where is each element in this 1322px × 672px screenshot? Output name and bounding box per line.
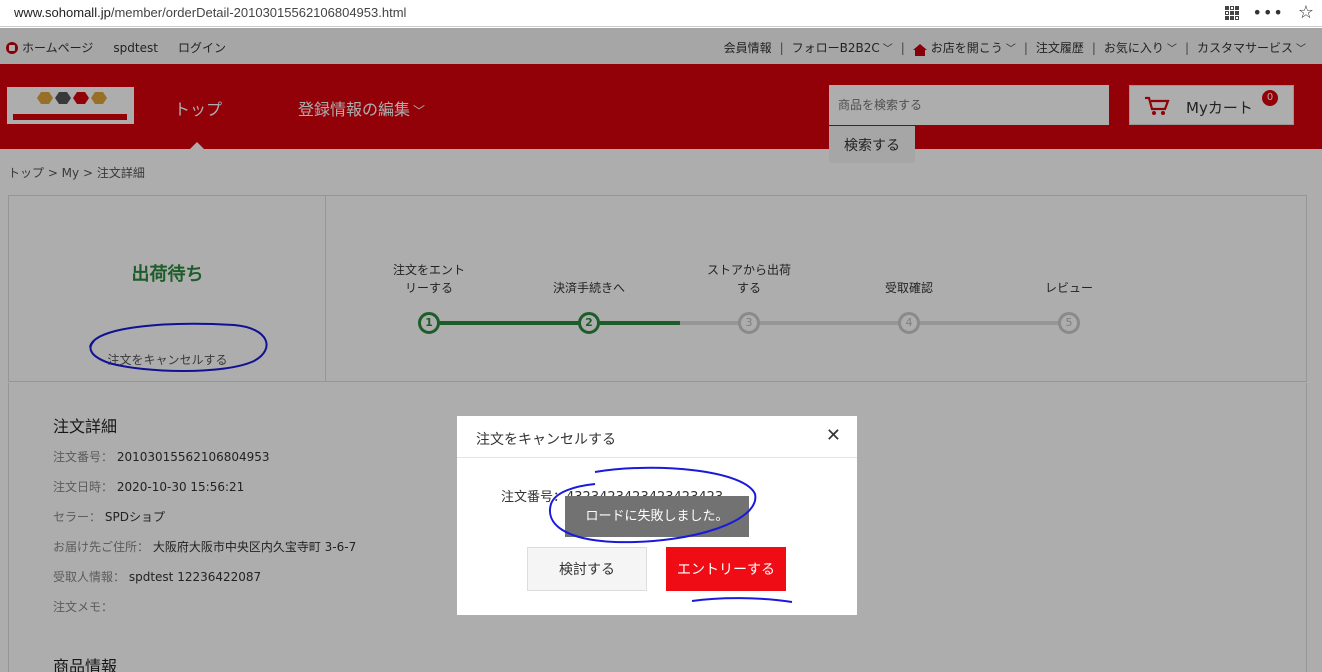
dialog-title: 注文をキャンセルする [476,432,616,448]
url-host: www.sohomall.jp [14,5,111,20]
more-options-icon[interactable]: ••• [1253,3,1284,23]
browser-url-bar[interactable]: www.sohomall.jp/member/orderDetail-20103… [0,0,1322,27]
bookmark-star-icon[interactable]: ☆ [1298,3,1314,23]
cancel-order-dialog: 注文をキャンセルする ✕ 注文番号：4323423423423423423 ロー… [457,416,857,615]
url-text[interactable]: www.sohomall.jp/member/orderDetail-20103… [14,5,406,20]
entry-button[interactable]: エントリーする [666,547,786,591]
close-icon[interactable]: ✕ [826,427,841,445]
annotation-underline [691,597,793,603]
dialog-header: 注文をキャンセルする ✕ [457,416,857,458]
review-button[interactable]: 検討する [527,547,647,591]
error-toast: ロードに失敗しました。 [565,496,749,537]
qr-code-icon[interactable] [1224,6,1239,20]
url-path: /member/orderDetail-20103015562106804953… [110,5,407,20]
